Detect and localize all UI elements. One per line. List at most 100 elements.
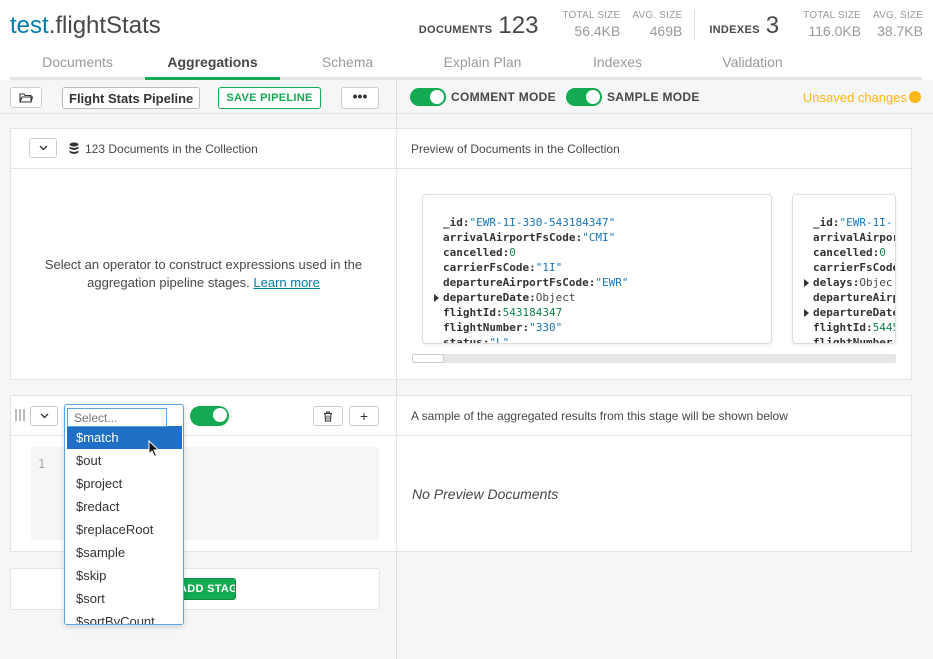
stats-divider: [694, 10, 696, 40]
preview-horizontal-scrollbar[interactable]: [412, 354, 896, 363]
stage-operator-select-input[interactable]: [67, 408, 167, 427]
expand-caret-icon[interactable]: [434, 294, 439, 302]
learn-more-link[interactable]: Learn more: [253, 275, 319, 290]
document-field: _id:"EWR-1I-330-543184347": [443, 215, 615, 230]
tab-documents[interactable]: Documents: [10, 46, 145, 77]
operator-option[interactable]: $match: [67, 426, 182, 449]
indexes-stat: INDEXES 3: [709, 12, 779, 40]
delete-stage-button[interactable]: [313, 406, 343, 426]
field-key: _id:: [813, 216, 840, 229]
collapse-source-button[interactable]: [29, 138, 57, 158]
idx-total-size-label: TOTAL SIZE: [803, 10, 862, 21]
idx-total-size-value: 116.0KB: [808, 23, 862, 39]
add-stage-after-button[interactable]: +: [349, 406, 379, 426]
collection-tabs: Documents Aggregations Schema Explain Pl…: [10, 46, 922, 80]
field-value: "L": [489, 336, 510, 344]
document-field: flightNumber:: [813, 335, 895, 343]
idx-avg-size: AVG. SIZE 38.7KB: [873, 10, 923, 39]
chevron-down-icon: [40, 413, 48, 419]
field-key: cancelled:: [813, 246, 880, 259]
documents-stat: DOCUMENTS 123: [419, 12, 539, 40]
field-key: delays:: [813, 276, 860, 289]
doc-avg-size-value: 469B: [649, 23, 683, 39]
source-stage-panel: 123 Documents in the Collection Select a…: [10, 128, 397, 380]
operator-option[interactable]: $sample: [67, 541, 182, 564]
tab-schema[interactable]: Schema: [280, 46, 415, 77]
document-field[interactable]: departureDate:Object: [434, 290, 576, 305]
operator-option[interactable]: $skip: [67, 564, 182, 587]
collection-name: .flightStats: [48, 12, 161, 39]
open-saved-pipelines-button[interactable]: [10, 87, 42, 108]
source-preview-title: Preview of Documents in the Collection: [411, 142, 620, 156]
indexes-count: 3: [765, 12, 780, 39]
doc-avg-size-label: AVG. SIZE: [632, 10, 683, 21]
expand-caret-icon[interactable]: [804, 279, 809, 287]
field-value: 0: [879, 246, 886, 259]
idx-avg-size-value: 38.7KB: [877, 23, 923, 39]
document-field: carrierFsCode: [813, 260, 896, 275]
source-stage-header: 123 Documents in the Collection: [11, 129, 396, 169]
field-key: carrierFsCode:: [443, 261, 536, 274]
field-key: flightId:: [813, 321, 873, 334]
stage-preview-panel: A sample of the aggregated results from …: [396, 395, 912, 552]
document-field: cancelled:0: [443, 245, 516, 260]
documents-label: DOCUMENTS: [418, 24, 493, 36]
field-key: departureAirportFsCode:: [443, 276, 596, 289]
source-preview-header: Preview of Documents in the Collection: [397, 129, 911, 169]
operator-option[interactable]: $sortByCount: [67, 610, 182, 624]
unsaved-changes-label: Unsaved changes: [802, 90, 907, 105]
database-icon: [69, 142, 79, 154]
more-options-button[interactable]: •••: [341, 87, 379, 109]
operator-option[interactable]: $out: [67, 449, 182, 472]
idx-total-size: TOTAL SIZE 116.0KB: [803, 10, 861, 39]
field-key: carrierFsCode: [813, 261, 896, 274]
document-field: status:"L": [443, 335, 510, 344]
document-field: arrivalAirpor: [813, 230, 895, 245]
document-card: _id:"EWR-1I-330-543184347" arrivalAirport…: [422, 194, 772, 344]
field-value: "1I": [535, 261, 563, 274]
document-field: flightId:543184347: [443, 305, 562, 320]
tab-validation[interactable]: Validation: [685, 46, 820, 77]
stage-enable-toggle[interactable]: [190, 406, 229, 426]
document-field[interactable]: departureDate: [804, 305, 896, 320]
field-key: cancelled:: [443, 246, 510, 259]
scrollbar-thumb[interactable]: [412, 354, 444, 363]
collapse-stage-button[interactable]: [30, 406, 58, 426]
operator-option[interactable]: $replaceRoot: [67, 518, 182, 541]
tab-indexes[interactable]: Indexes: [550, 46, 685, 77]
document-count-text: 123 Documents in the Collection: [85, 142, 258, 156]
pipeline-name-input[interactable]: [62, 87, 200, 109]
field-value: "EWR-1I-: [839, 216, 893, 229]
operator-option[interactable]: $project: [67, 472, 182, 495]
field-value: Object: [535, 291, 576, 304]
expand-caret-icon[interactable]: [804, 309, 809, 317]
sample-mode-toggle[interactable]: [566, 88, 602, 106]
doc-avg-size: AVG. SIZE 469B: [632, 10, 682, 39]
field-key: departureDate: [813, 306, 896, 319]
chevron-down-icon: [39, 145, 47, 151]
tab-aggregations[interactable]: Aggregations: [145, 46, 280, 80]
collection-stats: DOCUMENTS 123 TOTAL SIZE 56.4KB AVG. SIZ…: [419, 10, 923, 44]
document-field: cancelled:0: [813, 245, 886, 260]
document-field: flightNumber:"330": [443, 320, 562, 335]
document-field[interactable]: delays:Objec: [804, 275, 892, 290]
field-value: "EWR": [595, 276, 629, 289]
stage-operator-dropdown[interactable]: $match $out $project $redact $replaceRoot $sa…: [64, 404, 184, 625]
drag-handle-icon[interactable]: [15, 409, 25, 421]
document-field: departureAirp: [813, 290, 895, 305]
field-value: 0: [509, 246, 516, 259]
field-key: flightNumber:: [443, 321, 530, 334]
stage-preview-header: A sample of the aggregated results from …: [397, 396, 911, 436]
save-pipeline-button[interactable]: SAVE PIPELINE: [218, 87, 321, 109]
operator-help-text: Select an operator to construct expressi…: [41, 256, 366, 292]
database-name[interactable]: test: [10, 12, 49, 39]
doc-total-size: TOTAL SIZE 56.4KB: [562, 10, 620, 39]
comment-mode-toggle[interactable]: [410, 88, 446, 106]
field-key: arrivalAirportFsCode:: [443, 231, 583, 244]
trash-icon: [324, 410, 332, 422]
operator-option[interactable]: $redact: [67, 495, 182, 518]
unsaved-indicator-dot: [909, 91, 921, 103]
document-field: flightId:5445: [813, 320, 895, 335]
operator-option[interactable]: $sort: [67, 587, 182, 610]
tab-explain-plan[interactable]: Explain Plan: [415, 46, 550, 77]
